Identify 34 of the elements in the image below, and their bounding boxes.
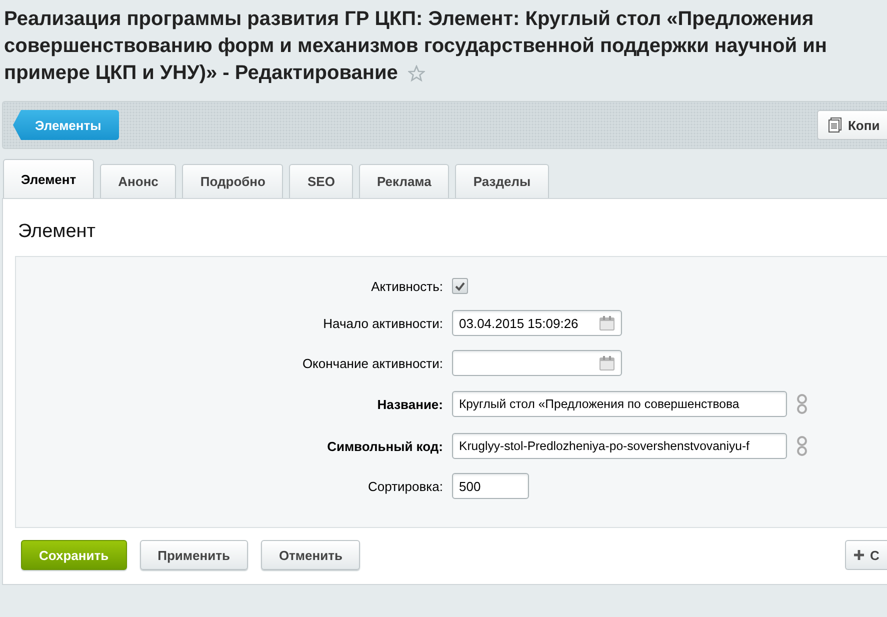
add-button[interactable]: С [845,540,887,570]
star-icon[interactable] [408,65,425,82]
tab[interactable]: Разделы [455,164,549,198]
tab[interactable]: Подробно [182,164,284,198]
tab[interactable]: Анонс [100,164,176,198]
check-mark-icon [455,282,465,290]
page-title: Реализация программы развития ГР ЦКП: Элемент: Круглый стол «Предложения [4,7,814,32]
apply-button[interactable]: Применить [140,540,248,570]
active-checkbox[interactable] [452,278,468,294]
field-label: Начало активности: [322,316,443,330]
sort-field[interactable]: 500 [452,473,529,499]
text-field[interactable]: Kruglyy-stol-Predlozheniya-po-sovershenstvovaniyu-f [452,433,787,459]
tab[interactable]: Элемент [3,159,94,198]
field-label: Символьный код: [326,438,443,454]
date-field[interactable] [452,350,622,376]
field-label: Активность: [370,278,443,294]
section-title: Элемент [17,220,97,244]
link-icon[interactable] [796,392,808,416]
plus-icon [854,550,864,560]
link-icon[interactable] [796,434,808,458]
calendar-icon[interactable] [599,356,615,370]
field-label: Окончание активности: [301,356,443,370]
tab[interactable]: SEO [289,164,353,198]
text-field[interactable]: Круглый стол «Предложения по совершенствова [452,391,787,417]
tab[interactable]: Реклама [358,164,450,198]
copy-button[interactable]: Копи [817,110,887,140]
page-title: примере ЦКП и УНУ)» - Редактирование [4,61,398,86]
page-title: совершенствованию форм и механизмов государственной поддержки научной ин [4,34,827,59]
field-label: Сортировка: [367,478,443,494]
copy-icon [828,117,842,133]
cancel-button[interactable]: Отменить [260,540,360,570]
field-label: Название: [376,396,443,412]
date-field[interactable]: 03.04.2015 15:09:26 [452,310,622,336]
calendar-icon[interactable] [599,316,615,330]
